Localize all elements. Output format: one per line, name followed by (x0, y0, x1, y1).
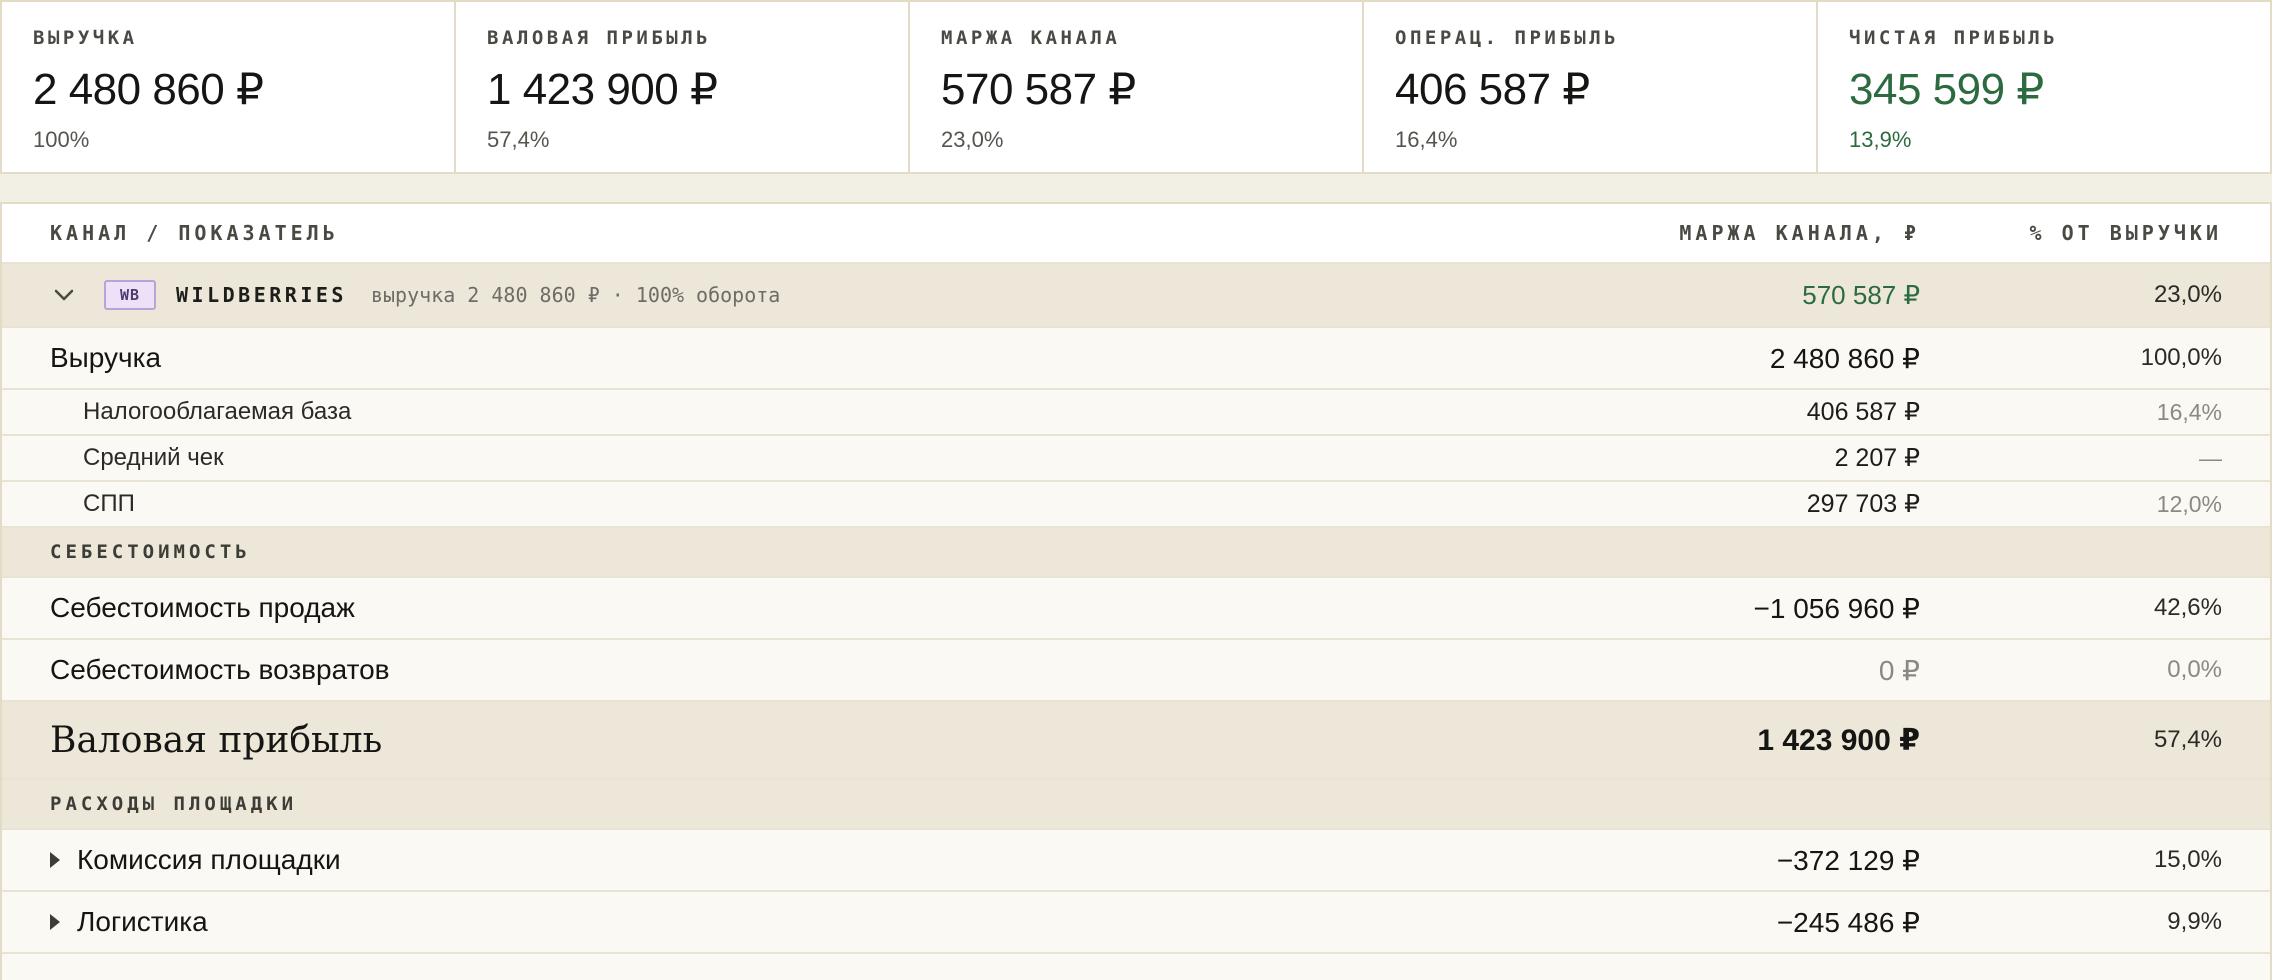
row-percent: 15,0% (2153, 846, 2222, 873)
row-percent: 16,4% (2156, 398, 2222, 425)
section-title: СЕБЕСТОИМОСТЬ (50, 541, 251, 563)
table-row: СПП 297 703 ₽ 12,0% (2, 482, 2270, 528)
row-label: Валовая прибыль (50, 719, 383, 761)
row-value: 406 587 ₽ (1806, 398, 1920, 426)
kpi-percent: 57,4% (487, 127, 550, 152)
kpi-label: ЧИСТАЯ ПРИБЫЛЬ (1849, 27, 2059, 49)
table-row: Себестоимость продаж −1 056 960 ₽ 42,6% (2, 578, 2270, 640)
column-header-margin: МАРЖА КАНАЛА, ₽ (1679, 221, 1920, 245)
row-label: Комиссия площадки (77, 844, 341, 875)
kpi-value: 1 423 900 ₽ (487, 65, 718, 114)
kpi-percent: 13,9% (1849, 127, 1912, 152)
kpi-percent: 100% (33, 127, 90, 152)
row-percent: 57,4% (2153, 726, 2222, 753)
row-label: Логистика (77, 906, 208, 937)
channel-subtitle: выручка 2 480 860 ₽ · 100% оборота (370, 283, 781, 307)
section-header-cost: СЕБЕСТОИМОСТЬ (2, 528, 2270, 578)
total-row-gross-profit: Валовая прибыль 1 423 900 ₽ 57,4% (2, 702, 2270, 780)
row-percent: 0,0% (2167, 656, 2222, 683)
table-row-expandable[interactable]: Комиссия площадки −372 129 ₽ 15,0% (2, 830, 2270, 892)
kpi-value: 2 480 860 ₽ (33, 65, 264, 114)
channel-margin-percent: 23,0% (2153, 281, 2222, 308)
row-value: 2 480 860 ₽ (1769, 342, 1920, 374)
row-value: −372 129 ₽ (1776, 844, 1920, 876)
table-row: Налогооблагаемая база 406 587 ₽ 16,4% (2, 390, 2270, 436)
channel-badge: WB (104, 280, 156, 310)
row-value: 0 ₽ (1878, 654, 1920, 686)
kpi-label: МАРЖА КАНАЛА (941, 27, 1121, 49)
kpi-channel-margin: МАРЖА КАНАЛА 570 587 ₽ 23,0% (910, 2, 1364, 172)
column-header-name: КАНАЛ / ПОКАЗАТЕЛЬ (50, 221, 339, 245)
section-header-platform: РАСХОДЫ ПЛОЩАДКИ (2, 780, 2270, 830)
row-percent: — (2199, 444, 2222, 471)
kpi-percent: 23,0% (941, 127, 1004, 152)
kpi-gross-profit: ВАЛОВАЯ ПРИБЫЛЬ 1 423 900 ₽ 57,4% (456, 2, 910, 172)
kpi-label: ОПЕРАЦ. ПРИБЫЛЬ (1395, 27, 1620, 49)
channel-cell: WB WILDBERRIES выручка 2 480 860 ₽ · 100… (2, 280, 1520, 310)
kpi-percent: 16,4% (1395, 127, 1458, 152)
kpi-label: ВАЛОВАЯ ПРИБЫЛЬ (487, 27, 712, 49)
section-title: РАСХОДЫ ПЛОЩАДКИ (50, 793, 298, 815)
kpi-operating-profit: ОПЕРАЦ. ПРИБЫЛЬ 406 587 ₽ 16,4% (1364, 2, 1818, 172)
row-value: −245 486 ₽ (1776, 906, 1920, 938)
row-label: Налогооблагаемая база (83, 398, 352, 425)
row-value: 297 703 ₽ (1806, 490, 1920, 518)
column-header-percent: % ОТ ВЫРУЧКИ (2029, 221, 2222, 245)
row-label: Средний чек (83, 444, 224, 471)
channel-margin-value: 570 587 ₽ (1802, 279, 1920, 310)
row-label: Себестоимость продаж (50, 592, 355, 623)
kpi-value: 570 587 ₽ (941, 65, 1136, 114)
table-header: КАНАЛ / ПОКАЗАТЕЛЬ МАРЖА КАНАЛА, ₽ % ОТ … (2, 204, 2270, 264)
row-label: Выручка (50, 342, 162, 373)
table-row: Средний чек 2 207 ₽ — (2, 436, 2270, 482)
table-row: Себестоимость возвратов 0 ₽ 0,0% (2, 640, 2270, 702)
kpi-revenue: ВЫРУЧКА 2 480 860 ₽ 100% (2, 2, 456, 172)
row-value: 2 207 ₽ (1834, 444, 1920, 472)
channel-row-wildberries[interactable]: WB WILDBERRIES выручка 2 480 860 ₽ · 100… (2, 264, 2270, 328)
table-row-expandable[interactable]: Логистика −245 486 ₽ 9,9% (2, 892, 2270, 954)
row-percent: 9,9% (2167, 908, 2222, 935)
kpi-value: 406 587 ₽ (1395, 65, 1590, 114)
row-percent: 42,6% (2153, 594, 2222, 621)
pnl-table: КАНАЛ / ПОКАЗАТЕЛЬ МАРЖА КАНАЛА, ₽ % ОТ … (0, 202, 2272, 980)
kpi-cards: ВЫРУЧКА 2 480 860 ₽ 100% ВАЛОВАЯ ПРИБЫЛЬ… (0, 0, 2272, 174)
kpi-net-profit: ЧИСТАЯ ПРИБЫЛЬ 345 599 ₽ 13,9% (1818, 2, 2270, 172)
row-value: 1 423 900 ₽ (1757, 723, 1920, 757)
kpi-value: 345 599 ₽ (1849, 65, 2044, 114)
row-label: Себестоимость возвратов (50, 654, 390, 685)
kpi-label: ВЫРУЧКА (33, 27, 138, 49)
channel-name: WILDBERRIES (176, 283, 347, 307)
row-value: −1 056 960 ₽ (1753, 592, 1920, 624)
chevron-down-icon[interactable] (50, 281, 78, 309)
row-percent: 12,0% (2156, 490, 2222, 517)
row-percent: 100,0% (2140, 344, 2222, 371)
row-label: СПП (83, 490, 135, 517)
table-row: Выручка 2 480 860 ₽ 100,0% (2, 328, 2270, 390)
